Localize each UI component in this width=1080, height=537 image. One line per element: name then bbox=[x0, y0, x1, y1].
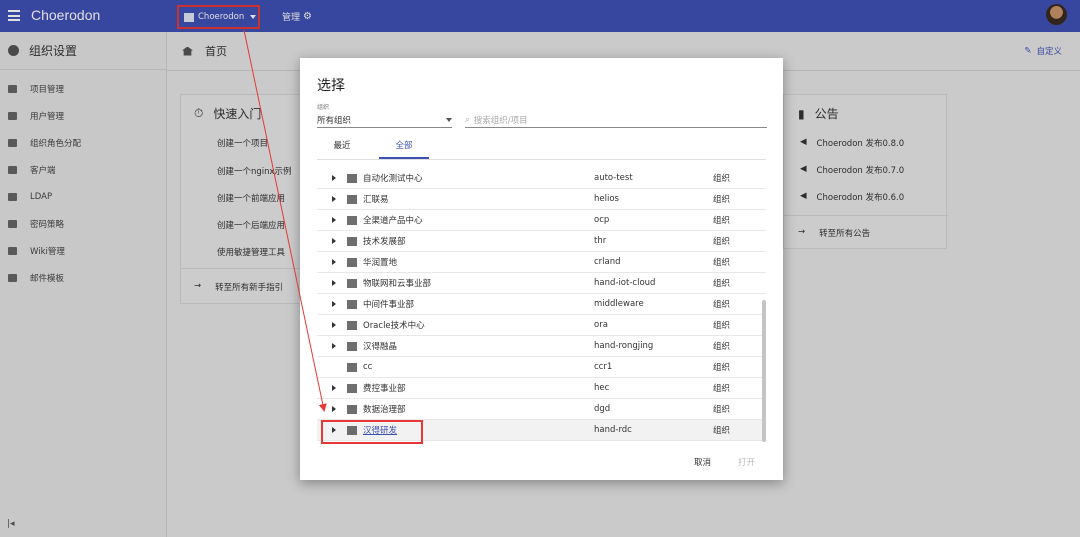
expand-arrow-icon[interactable] bbox=[332, 385, 336, 391]
table-row[interactable]: 华润置地 crland 组织 bbox=[317, 252, 766, 273]
table-row[interactable]: 费控事业部 hec 组织 bbox=[317, 378, 766, 399]
tab-recent[interactable]: 最近 bbox=[317, 136, 367, 159]
building-icon bbox=[347, 299, 357, 309]
org-name[interactable]: Oracle技术中心 bbox=[363, 319, 425, 331]
expand-arrow-icon[interactable] bbox=[332, 259, 336, 265]
search-icon: ⌕ bbox=[465, 114, 470, 125]
expand-arrow-icon[interactable] bbox=[332, 343, 336, 349]
building-icon bbox=[347, 173, 357, 183]
org-type: 组织 bbox=[713, 258, 731, 268]
expand-arrow-icon[interactable] bbox=[332, 322, 336, 328]
org-name[interactable]: 费控事业部 bbox=[363, 382, 406, 394]
org-code: hand-rongjing bbox=[594, 341, 654, 351]
org-type: 组织 bbox=[713, 300, 731, 310]
table-row[interactable]: 汉得融晶 hand-rongjing 组织 bbox=[317, 336, 766, 357]
building-icon bbox=[347, 383, 357, 393]
dialog-tabs: 最近 全部 bbox=[317, 136, 766, 160]
expand-arrow-icon[interactable] bbox=[332, 301, 336, 307]
org-type-select[interactable]: 所有组织 bbox=[317, 112, 452, 128]
org-name[interactable]: 技术发展部 bbox=[363, 235, 406, 247]
org-type: 组织 bbox=[713, 174, 731, 184]
building-icon bbox=[347, 257, 357, 267]
org-type: 组织 bbox=[713, 237, 731, 247]
expand-arrow-icon[interactable] bbox=[332, 280, 336, 286]
org-code: ccr1 bbox=[594, 362, 613, 372]
table-row[interactable]: 全渠道产品中心 ocp 组织 bbox=[317, 210, 766, 231]
org-code: thr bbox=[594, 236, 607, 246]
org-code: crland bbox=[594, 257, 621, 267]
org-name[interactable]: 中间件事业部 bbox=[363, 298, 414, 310]
search-input[interactable]: ⌕ 搜索组织/项目 bbox=[465, 112, 767, 128]
org-type: 组织 bbox=[713, 363, 731, 373]
list-scrollbar[interactable] bbox=[762, 300, 766, 442]
expand-arrow-icon[interactable] bbox=[332, 217, 336, 223]
org-name[interactable]: 物联网和云事业部 bbox=[363, 277, 431, 289]
org-code: auto-test bbox=[594, 173, 633, 183]
org-code: hand-rdc bbox=[594, 425, 632, 435]
org-type: 组织 bbox=[713, 195, 731, 205]
org-type: 组织 bbox=[713, 216, 731, 226]
org-field-label: 组织 bbox=[317, 104, 330, 111]
building-icon bbox=[347, 194, 357, 204]
org-code: helios bbox=[594, 194, 619, 204]
org-type: 组织 bbox=[713, 426, 731, 436]
org-name[interactable]: 数据治理部 bbox=[363, 403, 406, 415]
open-button[interactable]: 打开 bbox=[738, 456, 755, 468]
building-icon bbox=[347, 278, 357, 288]
building-icon bbox=[347, 236, 357, 246]
org-code: hand-iot-cloud bbox=[594, 278, 656, 288]
caret-down-icon bbox=[446, 117, 452, 122]
org-code: ora bbox=[594, 320, 608, 330]
expand-arrow-icon[interactable] bbox=[332, 238, 336, 244]
table-row[interactable]: 物联网和云事业部 hand-iot-cloud 组织 bbox=[317, 273, 766, 294]
table-row[interactable]: 技术发展部 thr 组织 bbox=[317, 231, 766, 252]
org-name[interactable]: 华润置地 bbox=[363, 256, 397, 268]
org-code: middleware bbox=[594, 299, 644, 309]
org-code: ocp bbox=[594, 215, 610, 225]
org-code: hec bbox=[594, 383, 610, 393]
select-dialog: 选择 组织 所有组织 ⌕ 搜索组织/项目 最近 全部 自动化测试中心 auto-t… bbox=[300, 58, 783, 480]
org-type: 组织 bbox=[713, 384, 731, 394]
dialog-title: 选择 bbox=[317, 78, 345, 94]
building-icon bbox=[347, 341, 357, 351]
table-row[interactable]: 数据治理部 dgd 组织 bbox=[317, 399, 766, 420]
cancel-button[interactable]: 取消 bbox=[694, 456, 711, 468]
expand-arrow-icon[interactable] bbox=[332, 196, 336, 202]
org-name[interactable]: 汇联易 bbox=[363, 193, 389, 205]
building-icon bbox=[347, 404, 357, 414]
building-icon bbox=[347, 362, 357, 372]
table-row[interactable]: Oracle技术中心 ora 组织 bbox=[317, 315, 766, 336]
table-row[interactable]: cc ccr1 组织 bbox=[317, 357, 766, 378]
org-type: 组织 bbox=[713, 279, 731, 289]
org-type: 组织 bbox=[713, 321, 731, 331]
expand-arrow-icon[interactable] bbox=[332, 406, 336, 412]
building-icon bbox=[347, 215, 357, 225]
org-type-select-value: 所有组织 bbox=[317, 115, 352, 126]
org-name[interactable]: 自动化测试中心 bbox=[363, 172, 423, 184]
org-name[interactable]: 汉得融晶 bbox=[363, 340, 397, 352]
search-placeholder: 搜索组织/项目 bbox=[473, 115, 528, 126]
table-row[interactable]: 自动化测试中心 auto-test 组织 bbox=[317, 168, 766, 189]
org-name[interactable]: 全渠道产品中心 bbox=[363, 214, 423, 226]
org-type: 组织 bbox=[713, 342, 731, 352]
selection-highlight-box bbox=[321, 420, 423, 444]
building-icon bbox=[347, 320, 357, 330]
tab-all[interactable]: 全部 bbox=[379, 136, 429, 159]
org-type: 组织 bbox=[713, 405, 731, 415]
org-list: 自动化测试中心 auto-test 组织 汇联易 helios 组织 全渠道产品中心 ocp 组… bbox=[317, 168, 766, 442]
table-row[interactable]: 汇联易 helios 组织 bbox=[317, 189, 766, 210]
org-name[interactable]: cc bbox=[363, 362, 372, 372]
expand-arrow-icon[interactable] bbox=[332, 175, 336, 181]
table-row[interactable]: 中间件事业部 middleware 组织 bbox=[317, 294, 766, 315]
org-code: dgd bbox=[594, 404, 611, 414]
